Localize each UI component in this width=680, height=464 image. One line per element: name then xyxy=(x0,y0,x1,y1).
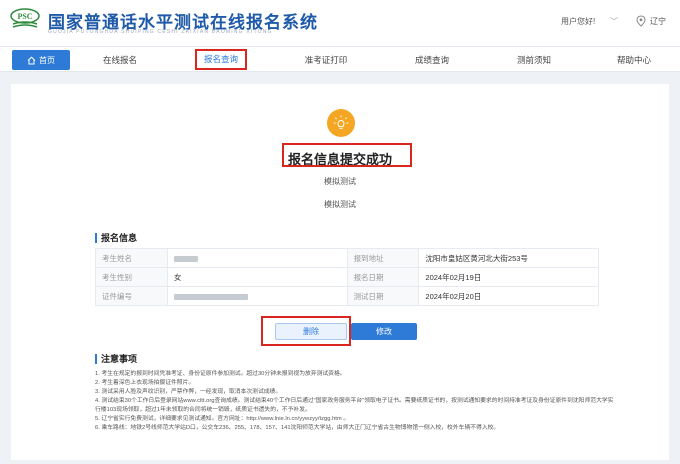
exam-type: 模拟测试 xyxy=(324,200,356,209)
list-item: 6. 乘车路线：地铁2号线师范大学站D口，公交车236、255、178、157、… xyxy=(95,425,500,431)
list-item: 2. 考生着深色上衣现场拍摄证件照片。 xyxy=(95,380,195,386)
label-gender: 考生性别 xyxy=(95,267,168,287)
value-test-date: 2024年02月20日 xyxy=(418,286,599,306)
highlight-box-title xyxy=(282,143,412,167)
psc-logo: PSC xyxy=(10,8,40,28)
label-test-date: 测试日期 xyxy=(346,286,420,306)
user-greeting[interactable]: 用户您好! xyxy=(561,16,595,27)
location-icon xyxy=(636,15,646,27)
nav-item-pretest-notice[interactable]: 测前须知 xyxy=(512,50,556,70)
value-id-number xyxy=(166,286,348,306)
label-address: 报到地址 xyxy=(346,248,420,268)
section-notes: 注意事项 xyxy=(95,352,137,365)
home-icon xyxy=(27,56,36,64)
table-row: 考生姓名 报到地址 沈阳市皇姑区黄河北大街253号 xyxy=(95,248,599,268)
region-selector[interactable]: 辽宁 xyxy=(650,16,666,27)
table-row: 考生性别 女 报名日期 2024年02月19日 xyxy=(95,267,599,287)
exam-name: 模拟测试 xyxy=(324,177,356,186)
svg-text:PSC: PSC xyxy=(17,12,32,21)
value-name xyxy=(166,248,348,268)
value-address: 沈阳市皇姑区黄河北大街253号 xyxy=(418,248,599,268)
notes-list: 1. 考生在规定的报到时间凭准考证、身份证原件参加测试。超过30分钟未报到视为放… xyxy=(95,370,615,433)
highlight-box-nav xyxy=(195,49,247,70)
label-registration-date: 报名日期 xyxy=(346,267,420,287)
section-title: 注意事项 xyxy=(101,354,138,364)
nav-item-help-center[interactable]: 帮助中心 xyxy=(612,50,656,70)
value-gender: 女 xyxy=(166,267,348,287)
redacted-mask xyxy=(173,293,248,300)
site-header: PSC 国家普通话水平测试在线报名系统 GUOJIA PUTONGHUA SHU… xyxy=(0,0,680,46)
nav-home[interactable]: 首页 xyxy=(12,50,70,70)
table-row: 证件编号 测试日期 2024年02月20日 xyxy=(95,286,599,306)
lightbulb-icon xyxy=(327,109,355,137)
value-registration-date: 2024年02月19日 xyxy=(418,267,599,287)
section-marker xyxy=(95,353,97,364)
nav-item-online-registration[interactable]: 在线报名 xyxy=(96,50,144,70)
list-item: 5. 辽宁省实行免费测试，详细要求见测试通知。官方网址：http://www.l… xyxy=(95,416,350,422)
site-subtitle: GUOJIA PUTONGHUA SHUIPING CESHI ZAIXIAN … xyxy=(48,29,273,35)
main-nav: 首页 在线报名 报名查询 准考证打印 成绩查询 测前须知 帮助中心 xyxy=(0,46,680,72)
list-item: 4. 测试结束30个工作日后登录网站www.cltt.org查询成绩。测试结束4… xyxy=(95,398,614,413)
nav-item-admission-ticket[interactable]: 准考证打印 xyxy=(300,50,352,70)
label-id-number: 证件编号 xyxy=(95,286,168,306)
section-marker xyxy=(95,232,97,243)
content-card: 报名信息提交成功 模拟测试 模拟测试 报名信息 考生姓名 报到地址 沈阳市皇姑区… xyxy=(11,84,669,460)
chevron-down-icon[interactable]: ﹀ xyxy=(610,16,618,27)
label-name: 考生姓名 xyxy=(95,248,168,268)
section-title: 报名信息 xyxy=(101,233,138,243)
modify-button[interactable]: 修改 xyxy=(351,323,417,340)
list-item: 1. 考生在规定的报到时间凭准考证、身份证原件参加测试。超过30分钟未报到视为放… xyxy=(95,371,346,377)
highlight-box-delete xyxy=(261,316,351,346)
redacted-mask xyxy=(173,255,198,262)
list-item: 3. 测试采用人脸及声纹识别，严禁作弊，一经发现，取消本次测试成绩。 xyxy=(95,389,282,395)
section-registration-info: 报名信息 xyxy=(95,231,137,244)
registration-info-table: 考生姓名 报到地址 沈阳市皇姑区黄河北大街253号 考生性别 女 报名日期 20… xyxy=(95,248,599,306)
nav-item-score-query[interactable]: 成绩查询 xyxy=(410,50,454,70)
nav-home-label: 首页 xyxy=(39,55,55,65)
